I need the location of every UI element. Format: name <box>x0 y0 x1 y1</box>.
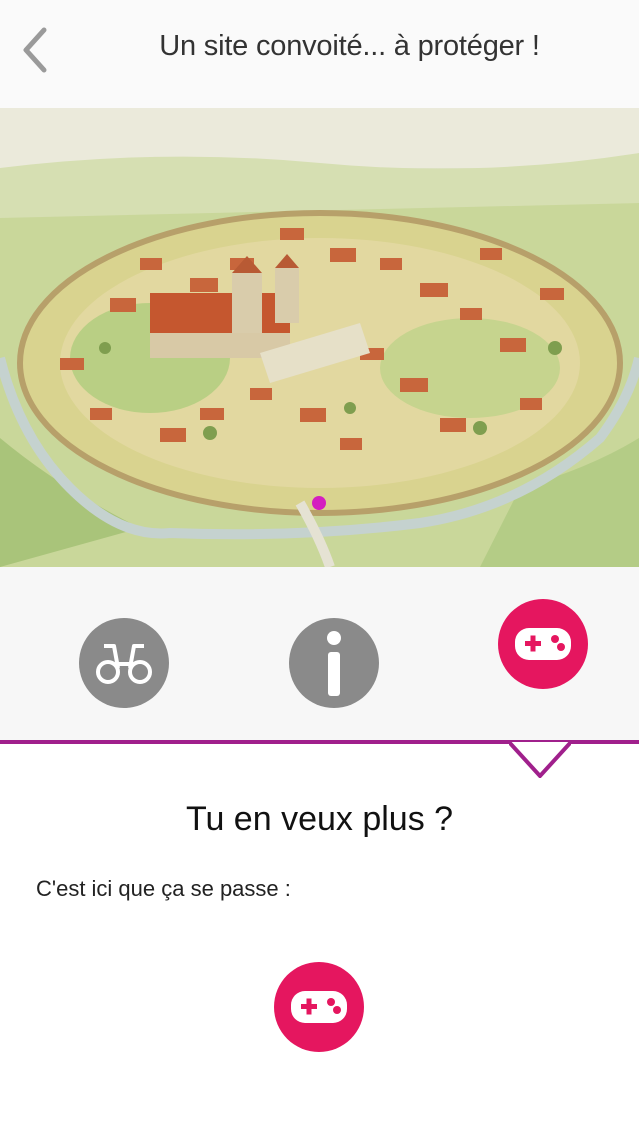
intro-text: C'est ici que ça se passe : <box>36 876 291 901</box>
binoculars-icon <box>96 644 152 684</box>
play-game-button[interactable] <box>274 962 364 1052</box>
gamepad-icon <box>291 991 347 1023</box>
location-marker[interactable] <box>312 496 326 510</box>
section-heading: Tu en veux plus ? <box>185 800 454 838</box>
game-tab-button[interactable] <box>498 599 588 689</box>
medieval-town-illustration <box>0 108 639 567</box>
explore-tab-button[interactable] <box>79 618 169 708</box>
app-header: Un site convoité... à protéger ! <box>0 0 639 108</box>
tab-bar <box>0 567 639 743</box>
gamepad-icon <box>515 628 571 660</box>
page-title: Un site convoité... à protéger ! <box>159 30 540 62</box>
info-icon <box>327 631 341 696</box>
info-tab-button[interactable] <box>289 618 379 708</box>
active-tab-pointer <box>509 742 571 778</box>
chevron-left-icon <box>23 27 47 73</box>
back-button[interactable] <box>14 24 54 80</box>
